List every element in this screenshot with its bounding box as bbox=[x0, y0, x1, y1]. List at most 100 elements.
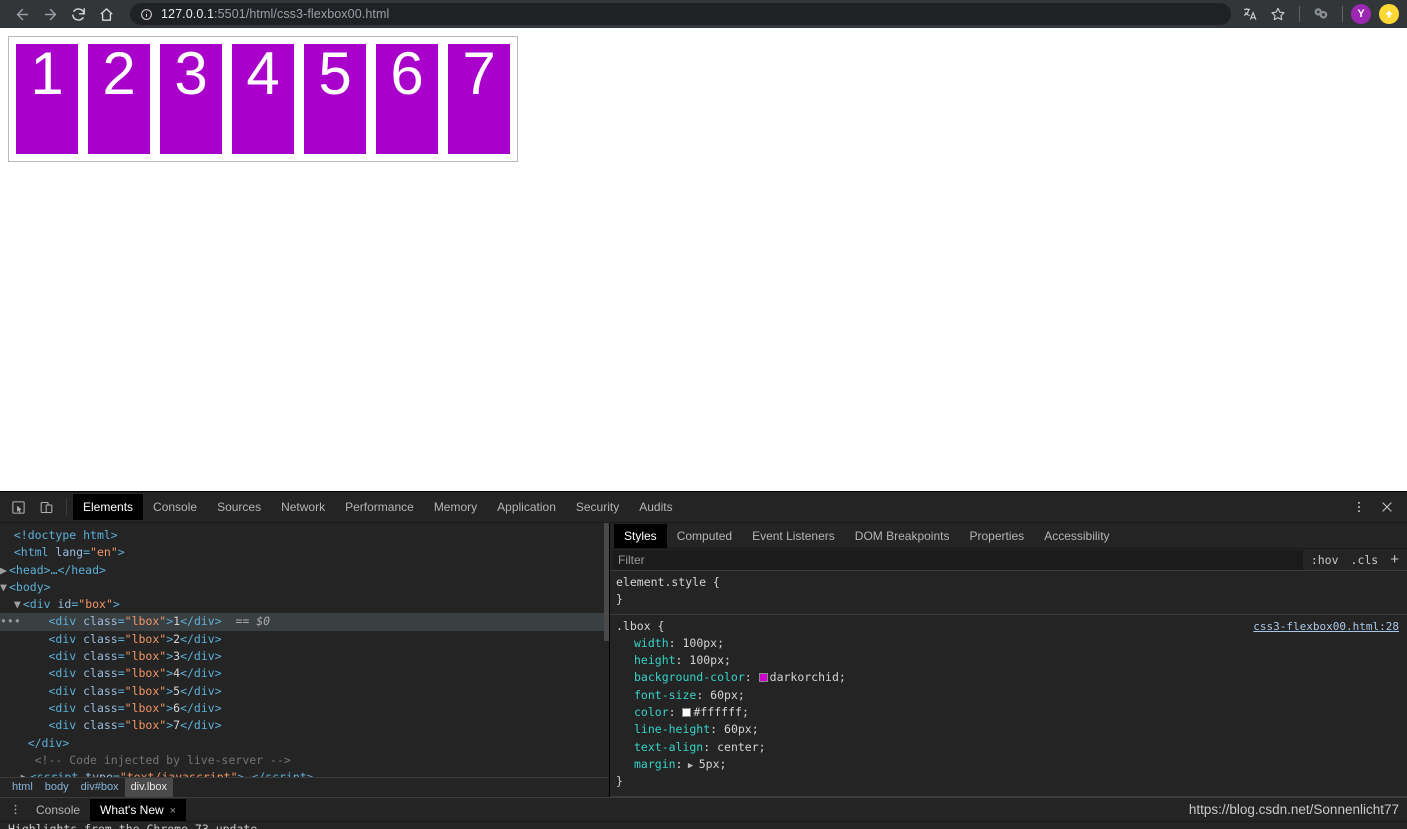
dom-line-lbox-1[interactable]: ••• <div class="lbox">1</div> == $0 bbox=[0, 613, 609, 631]
close-icon[interactable] bbox=[1373, 494, 1401, 520]
drawer-tab-console[interactable]: Console bbox=[26, 799, 90, 821]
flex-item: 7 bbox=[448, 44, 510, 154]
extension-icon[interactable] bbox=[1308, 1, 1334, 27]
tab-event-listeners[interactable]: Event Listeners bbox=[742, 524, 845, 548]
watermark-text: https://blog.csdn.net/Sonnenlicht77 bbox=[1188, 802, 1399, 817]
css-declaration-height[interactable]: height: 100px; bbox=[610, 652, 1407, 669]
css-selector[interactable]: element.style { bbox=[610, 574, 1407, 591]
breadcrumb-item-div-box[interactable]: div#box bbox=[75, 778, 125, 797]
new-style-rule-button[interactable]: + bbox=[1384, 551, 1407, 568]
tab-computed[interactable]: Computed bbox=[667, 524, 742, 548]
devtools-body: <!doctype html> <html lang="en"> ▶ <head>… bbox=[0, 523, 1407, 797]
css-value[interactable]: 60px bbox=[710, 688, 738, 702]
tab-sources[interactable]: Sources bbox=[207, 494, 271, 520]
drawer-tab-label: What's New bbox=[100, 802, 164, 817]
dom-line-lbox-5[interactable]: <div class="lbox">5</div> bbox=[0, 683, 609, 700]
css-property[interactable]: line-height bbox=[616, 722, 710, 736]
tab-security[interactable]: Security bbox=[566, 494, 629, 520]
dom-line-lbox-7[interactable]: <div class="lbox">7</div> bbox=[0, 717, 609, 734]
omnibox[interactable]: 127.0.0.1:5501/html/css3-flexbox00.html bbox=[130, 3, 1231, 25]
dom-line-script[interactable]: ▶<script type="text/javascript">…</scrip… bbox=[0, 769, 609, 777]
css-declaration-text-align[interactable]: text-align: center; bbox=[610, 739, 1407, 756]
css-property[interactable]: font-size bbox=[616, 688, 696, 702]
css-value[interactable]: 100px bbox=[682, 636, 717, 650]
css-property[interactable]: margin bbox=[616, 757, 676, 771]
close-icon[interactable]: × bbox=[170, 805, 176, 817]
hov-button[interactable]: :hov bbox=[1305, 553, 1345, 567]
css-value[interactable]: darkorchid bbox=[770, 670, 839, 684]
dom-tree[interactable]: <!doctype html> <html lang="en"> ▶ <head>… bbox=[0, 523, 609, 777]
css-declaration-color[interactable]: color: #ffffff; bbox=[610, 704, 1407, 721]
styles-tabbar: Styles Computed Event Listeners DOM Brea… bbox=[610, 523, 1407, 549]
css-value[interactable]: center bbox=[717, 740, 759, 754]
devtools-drawer-tabbar: Console What's New × https://blog.csdn.ne… bbox=[0, 797, 1407, 821]
reload-icon[interactable] bbox=[64, 0, 92, 28]
css-property[interactable]: height bbox=[616, 653, 676, 667]
dom-line-head[interactable]: ▶ <head>…</head> bbox=[0, 562, 609, 579]
dom-line-box-close[interactable]: </div> bbox=[0, 735, 609, 752]
inspect-element-icon[interactable] bbox=[4, 494, 32, 520]
tab-properties[interactable]: Properties bbox=[959, 524, 1034, 548]
breadcrumb-item-html[interactable]: html bbox=[6, 778, 39, 797]
css-property[interactable]: color bbox=[616, 705, 669, 719]
tab-application[interactable]: Application bbox=[487, 494, 566, 520]
color-swatch[interactable] bbox=[682, 708, 692, 718]
dom-line-box[interactable]: ▼ <div id="box"> bbox=[0, 596, 609, 613]
tab-accessibility[interactable]: Accessibility bbox=[1034, 524, 1119, 548]
tab-dom-breakpoints[interactable]: DOM Breakpoints bbox=[845, 524, 960, 548]
toolbar-right-actions: Y bbox=[1237, 1, 1399, 27]
css-rule-element-style: element.style { } bbox=[610, 574, 1407, 611]
tab-console[interactable]: Console bbox=[143, 494, 207, 520]
expand-shorthand-icon[interactable]: ▶ bbox=[682, 761, 698, 771]
css-source-link[interactable]: css3-flexbox00.html:28 bbox=[1253, 618, 1399, 635]
css-value[interactable]: #ffffff bbox=[693, 705, 741, 719]
dom-line-lbox-2[interactable]: <div class="lbox">2</div> bbox=[0, 631, 609, 648]
drawer-menu-icon[interactable] bbox=[4, 803, 26, 816]
translate-icon[interactable] bbox=[1237, 1, 1263, 27]
dom-line-lbox-6[interactable]: <div class="lbox">6</div> bbox=[0, 700, 609, 717]
css-declaration-margin[interactable]: margin: ▶ 5px; bbox=[610, 756, 1407, 773]
dom-scrollbar[interactable] bbox=[604, 523, 609, 641]
dom-tree-pane: <!doctype html> <html lang="en"> ▶ <head>… bbox=[0, 523, 610, 797]
more-options-icon[interactable] bbox=[1345, 494, 1373, 520]
css-value[interactable]: 5px bbox=[699, 757, 720, 771]
forward-arrow-icon[interactable] bbox=[36, 0, 64, 28]
css-value[interactable]: 100px bbox=[689, 653, 724, 667]
drawer-content-line: Highlights from the Chrome 73 update bbox=[8, 822, 258, 829]
css-declaration-width[interactable]: width: 100px; bbox=[610, 635, 1407, 652]
home-icon[interactable] bbox=[92, 0, 120, 28]
css-property[interactable]: background-color bbox=[616, 670, 745, 684]
dom-line-lbox-3[interactable]: <div class="lbox">3</div> bbox=[0, 648, 609, 665]
css-value[interactable]: 60px bbox=[724, 722, 752, 736]
tab-memory[interactable]: Memory bbox=[424, 494, 487, 520]
tab-audits[interactable]: Audits bbox=[629, 494, 682, 520]
avatar[interactable]: Y bbox=[1351, 4, 1371, 24]
url-path: :5501/html/css3-flexbox00.html bbox=[214, 7, 390, 21]
drawer-tab-whats-new[interactable]: What's New × bbox=[90, 798, 187, 821]
breadcrumb-item-div-lbox[interactable]: div.lbox bbox=[124, 778, 174, 797]
tab-network[interactable]: Network bbox=[271, 494, 335, 520]
css-property[interactable]: text-align bbox=[616, 740, 703, 754]
filter-input[interactable] bbox=[612, 549, 1303, 570]
dom-line-html[interactable]: <html lang="en"> bbox=[0, 544, 609, 561]
cls-button[interactable]: .cls bbox=[1345, 553, 1385, 567]
breadcrumb: html body div#box div.lbox bbox=[0, 777, 609, 797]
device-toolbar-icon[interactable] bbox=[32, 494, 60, 520]
tab-styles[interactable]: Styles bbox=[614, 523, 667, 548]
dom-line-body[interactable]: ▼ <body> bbox=[0, 579, 609, 596]
css-declaration-background-color[interactable]: background-color: darkorchid; bbox=[610, 669, 1407, 686]
tab-performance[interactable]: Performance bbox=[335, 494, 424, 520]
star-icon[interactable] bbox=[1265, 1, 1291, 27]
devtools-panel: Elements Console Sources Network Perform… bbox=[0, 491, 1407, 829]
breadcrumb-item-body[interactable]: body bbox=[39, 778, 75, 797]
page-info-icon[interactable] bbox=[140, 8, 153, 21]
dom-line-lbox-4[interactable]: <div class="lbox">4</div> bbox=[0, 665, 609, 682]
tab-elements[interactable]: Elements bbox=[73, 494, 144, 520]
update-arrow-icon[interactable] bbox=[1379, 4, 1399, 24]
color-swatch[interactable] bbox=[758, 673, 768, 683]
css-rule-close: } bbox=[616, 592, 623, 607]
css-declaration-font-size[interactable]: font-size: 60px; bbox=[610, 687, 1407, 704]
css-property[interactable]: width bbox=[616, 636, 669, 650]
back-arrow-icon[interactable] bbox=[8, 0, 36, 28]
css-declaration-line-height[interactable]: line-height: 60px; bbox=[610, 721, 1407, 738]
